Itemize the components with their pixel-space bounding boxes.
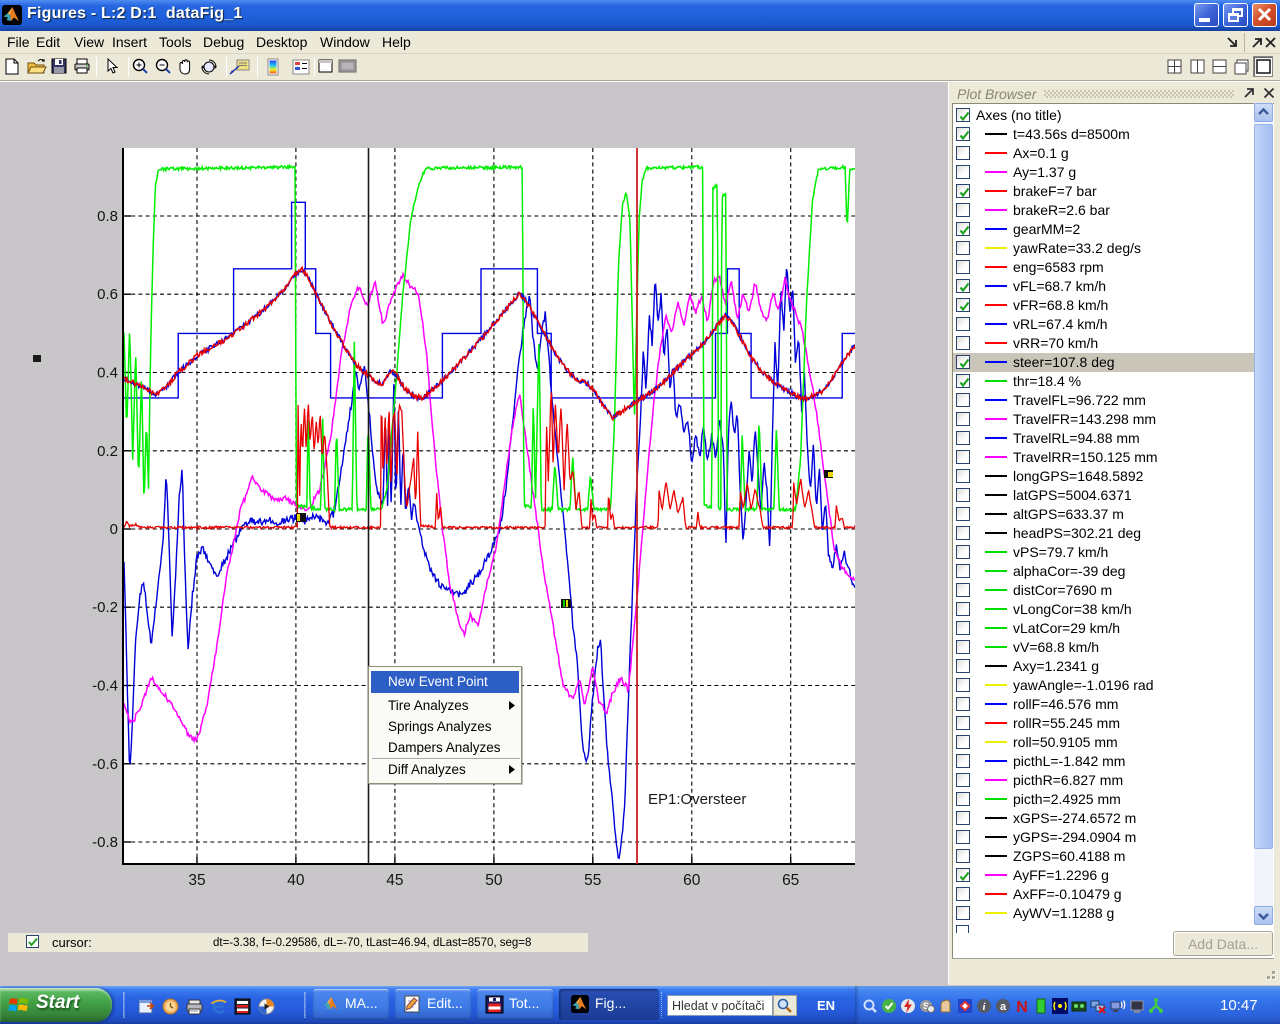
svg-text:45: 45	[386, 872, 403, 889]
svg-text:N: N	[1016, 999, 1028, 1014]
svg-text:0.4: 0.4	[97, 365, 118, 382]
svg-text:50: 50	[485, 872, 503, 889]
svg-text:40: 40	[287, 872, 305, 889]
svg-text:65: 65	[782, 872, 799, 889]
svg-text:0.8: 0.8	[97, 208, 118, 225]
svg-text:35: 35	[188, 872, 205, 889]
svg-text:-0.6: -0.6	[92, 756, 118, 773]
svg-text:0.2: 0.2	[97, 443, 118, 460]
svg-text:60: 60	[683, 872, 701, 889]
svg-text:-0.8: -0.8	[92, 834, 118, 851]
svg-text:0: 0	[110, 521, 118, 538]
svg-text:EP1:Oversteer: EP1:Oversteer	[648, 791, 746, 808]
svg-text:-0.4: -0.4	[92, 678, 118, 695]
svg-text:0.6: 0.6	[97, 286, 118, 303]
svg-text:55: 55	[584, 872, 601, 889]
svg-text:a: a	[1000, 1001, 1007, 1013]
svg-text:-0.2: -0.2	[92, 599, 118, 616]
